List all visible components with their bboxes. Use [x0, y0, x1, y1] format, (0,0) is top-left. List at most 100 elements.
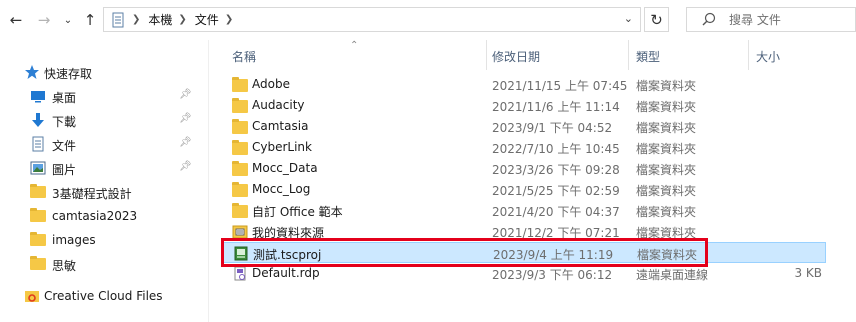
- up-button[interactable]: ↑: [80, 10, 100, 30]
- file-name: Camtasia: [252, 119, 309, 133]
- nav-quick-access[interactable]: 快速存取: [0, 60, 208, 84]
- back-button[interactable]: ←: [6, 10, 26, 30]
- nav-creative-cloud[interactable]: Creative Cloud Files: [0, 284, 208, 308]
- search-icon: [701, 12, 717, 28]
- folder-icon: [232, 203, 248, 218]
- file-type: 檔案資料夾: [636, 142, 697, 156]
- nav-item-label: 桌面: [52, 91, 77, 105]
- nav-item-documents[interactable]: 文件 📌︎: [0, 132, 208, 156]
- refresh-icon: ↻: [650, 10, 663, 29]
- file-row-audacity[interactable]: Audacity 2021/11/6 上午 11:14 檔案資料夾: [222, 95, 826, 116]
- breadcrumb-this-pc[interactable]: 本機: [148, 11, 172, 28]
- nav-item-desktop[interactable]: 桌面 📌︎: [0, 84, 208, 108]
- file-row-office-templates[interactable]: 自訂 Office 範本 2021/4/20 下午 04:37 檔案資料夾: [222, 200, 826, 221]
- column-divider[interactable]: [748, 40, 749, 70]
- nav-pane-divider: [208, 40, 209, 322]
- folder-icon: [30, 232, 46, 246]
- folder-icon: [232, 98, 248, 113]
- file-name: 自訂 Office 範本: [252, 205, 343, 219]
- arrow-up-icon: ↑: [83, 11, 97, 29]
- nav-item-camtasia2023[interactable]: camtasia2023: [0, 204, 208, 228]
- file-row-cyberlink[interactable]: CyberLink 2022/7/10 上午 10:45 檔案資料夾: [222, 137, 826, 158]
- file-modified: 2023/3/26 下午 09:28: [492, 163, 620, 177]
- file-row-adobe[interactable]: Adobe 2021/11/15 上午 07:45 檔案資料夾: [222, 74, 826, 95]
- file-type: 檔案資料夾: [636, 163, 697, 177]
- file-type: 檔案資料夾: [636, 184, 697, 198]
- nav-item-pictures[interactable]: 圖片 📌︎: [0, 156, 208, 180]
- recent-locations-button[interactable]: ⌄: [58, 10, 78, 30]
- address-bar[interactable]: ❯ 本機 ❯ 文件 ❯ ⌄: [103, 7, 641, 32]
- nav-item-label: camtasia2023: [52, 209, 138, 223]
- file-name: Mocc_Data: [252, 161, 318, 175]
- search-box[interactable]: 搜尋 文件: [686, 7, 856, 32]
- nav-creative-cloud-label: Creative Cloud Files: [44, 289, 163, 303]
- file-modified: 2023/9/3 下午 06:12: [492, 268, 613, 282]
- chevron-right-icon: ❯: [132, 14, 141, 25]
- search-placeholder: 搜尋 文件: [729, 13, 781, 27]
- nav-item-label: images: [52, 233, 96, 247]
- file-type: 檔案資料夾: [636, 79, 697, 93]
- nav-item-images[interactable]: images: [0, 228, 208, 252]
- documents-folder-icon: [110, 12, 126, 28]
- address-toolbar: ← → ⌄ ↑ ❯ 本機 ❯ 文件 ❯ ⌄ ↻ 搜尋 文件: [0, 0, 856, 40]
- chevron-right-icon: ❯: [178, 14, 187, 25]
- file-name: Default.rdp: [252, 266, 320, 280]
- nav-item-simin[interactable]: 思敏: [0, 252, 208, 276]
- nav-item-downloads[interactable]: 下載 📌︎: [0, 108, 208, 132]
- file-name: Adobe: [252, 77, 290, 91]
- column-divider[interactable]: [628, 40, 629, 70]
- navigation-pane: 快速存取 桌面 📌︎ 下載 📌︎ 文件 📌︎ 圖片 📌︎ 3基礎程式設計 cam…: [0, 40, 208, 322]
- pin-icon[interactable]: 📌︎: [179, 113, 192, 124]
- column-header-type[interactable]: 類型: [636, 48, 660, 65]
- file-row-mocc-data[interactable]: Mocc_Data 2023/3/26 下午 09:28 檔案資料夾: [222, 158, 826, 179]
- nav-quick-access-label: 快速存取: [44, 67, 93, 81]
- address-dropdown-icon[interactable]: ⌄: [624, 12, 633, 25]
- pin-icon[interactable]: 📌︎: [179, 161, 192, 172]
- column-header-size[interactable]: 大小: [756, 48, 780, 65]
- chevron-right-icon: ❯: [224, 14, 234, 25]
- file-modified: 2021/4/20 下午 04:37: [492, 205, 620, 219]
- folder-icon: [232, 161, 248, 176]
- file-type: 檔案資料夾: [636, 100, 697, 114]
- download-icon: [30, 112, 46, 128]
- folder-icon: [30, 208, 46, 222]
- rdp-file-icon: [232, 266, 248, 281]
- picture-icon: [30, 160, 46, 176]
- folder-icon: [232, 140, 248, 155]
- file-type: 檔案資料夾: [636, 205, 697, 219]
- file-row-camtasia[interactable]: Camtasia 2023/9/1 下午 04:52 檔案資料夾: [222, 116, 826, 137]
- nav-item-3-programming[interactable]: 3基礎程式設計: [0, 180, 208, 204]
- nav-item-label: 思敏: [52, 259, 77, 273]
- creative-cloud-folder-icon: [24, 288, 40, 304]
- breadcrumb-documents[interactable]: 文件: [195, 11, 219, 28]
- file-row-mocc-log[interactable]: Mocc_Log 2021/5/25 下午 02:59 檔案資料夾: [222, 179, 826, 200]
- file-modified: 2022/7/10 上午 10:45: [492, 142, 620, 156]
- column-header-modified[interactable]: 修改日期: [492, 48, 540, 65]
- file-modified: 2021/5/25 下午 02:59: [492, 184, 620, 198]
- column-header-name[interactable]: 名稱: [232, 48, 256, 65]
- column-divider[interactable]: [486, 40, 487, 70]
- pin-icon[interactable]: 📌︎: [179, 89, 192, 100]
- file-modified: 2023/9/1 下午 04:52: [492, 121, 613, 135]
- file-type: 遠端桌面連線: [636, 268, 709, 282]
- file-name: CyberLink: [252, 140, 312, 154]
- refresh-button[interactable]: ↻: [644, 7, 669, 32]
- folder-icon: [232, 77, 248, 92]
- folder-icon: [30, 256, 46, 270]
- forward-button[interactable]: →: [34, 10, 54, 30]
- document-icon: [30, 136, 46, 152]
- column-header-row: 名稱 修改日期 類型 大小: [222, 40, 856, 70]
- nav-item-label: 下載: [52, 115, 77, 129]
- desktop-icon: [30, 88, 46, 104]
- folder-icon: [232, 182, 248, 197]
- nav-item-label: 圖片: [52, 163, 77, 177]
- file-modified: 2021/11/6 上午 11:14: [492, 100, 620, 114]
- star-icon: [24, 64, 40, 80]
- file-name: Audacity: [252, 98, 305, 112]
- pin-icon[interactable]: 📌︎: [179, 137, 192, 148]
- file-type: 檔案資料夾: [636, 121, 697, 135]
- folder-icon: [232, 119, 248, 134]
- file-size: 3 KB: [794, 266, 822, 280]
- arrow-right-icon: →: [37, 11, 51, 29]
- highlight-box: [221, 238, 708, 267]
